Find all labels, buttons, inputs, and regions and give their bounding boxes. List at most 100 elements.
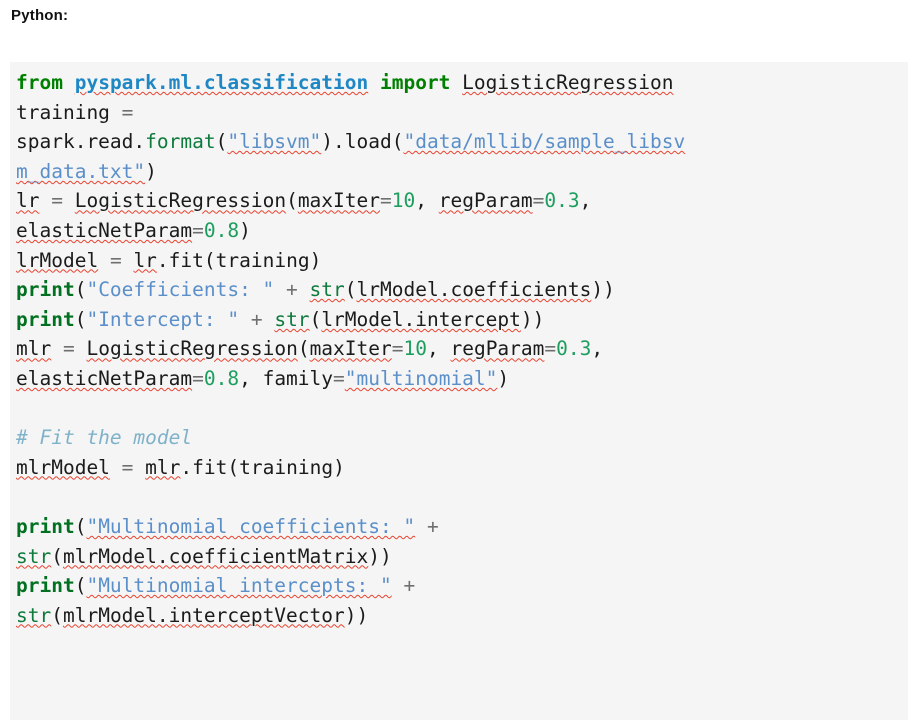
fn-load: load xyxy=(345,130,392,153)
space xyxy=(450,71,462,94)
paren-close: ) xyxy=(239,219,251,242)
paren-close: ) xyxy=(497,367,509,390)
code-line-2: training = xyxy=(16,98,908,128)
paren-close: ) xyxy=(333,456,345,479)
operator-equals: = xyxy=(122,456,134,479)
attr-coefficient-matrix: mlrModel.coefficientMatrix xyxy=(63,545,368,568)
string-intercept: "Intercept: " xyxy=(86,308,239,331)
code-line-7: lrModel = lr.fit(training) xyxy=(16,246,908,276)
code-content[interactable]: from pyspark.ml.classification import Lo… xyxy=(16,68,908,630)
string-multinomial: "multinomial" xyxy=(345,367,498,390)
space xyxy=(63,189,75,212)
paren-close-double: )) xyxy=(368,545,391,568)
code-line-blank-2 xyxy=(16,482,908,512)
paren-open: ( xyxy=(75,308,87,331)
var-mlr-model: mlrModel xyxy=(16,456,110,479)
var-training: training xyxy=(239,456,333,479)
space xyxy=(75,337,87,360)
code-line-10: mlr = LogisticRegression(maxIter=10, reg… xyxy=(16,334,908,364)
paren-open: ( xyxy=(392,130,404,153)
fn-str: str xyxy=(310,278,345,301)
code-line-12: # Fit the model xyxy=(16,423,908,453)
space xyxy=(110,456,122,479)
code-block[interactable]: from pyspark.ml.classification import Lo… xyxy=(10,62,908,720)
var-lr: lr xyxy=(16,189,39,212)
fn-fit: fit xyxy=(192,456,227,479)
keyword-from: from xyxy=(16,71,63,94)
comma: , xyxy=(415,189,438,212)
space xyxy=(392,574,404,597)
paren-open: ( xyxy=(310,308,322,331)
string-libsvm: "libsvm" xyxy=(227,130,321,153)
builtin-print: print xyxy=(16,515,75,538)
code-line-6: elasticNetParam=0.8) xyxy=(16,216,908,246)
operator-plus: + xyxy=(251,308,263,331)
attr-intercept: lrModel.intercept xyxy=(321,308,521,331)
operator-equals: = xyxy=(333,367,345,390)
builtin-print: print xyxy=(16,278,75,301)
code-line-3: spark.read.format("libsvm").load("data/m… xyxy=(16,127,908,157)
operator-equals: = xyxy=(533,189,545,212)
paren-close: ) xyxy=(310,249,322,272)
code-line-5: lr = LogisticRegression(maxIter=10, regP… xyxy=(16,186,908,216)
code-line-11: elasticNetParam=0.8, family="multinomial… xyxy=(16,364,908,394)
fn-str: str xyxy=(16,545,51,568)
operator-equals: = xyxy=(544,337,556,360)
param-reg-param: regParam xyxy=(439,189,533,212)
string-coefficients: "Coefficients: " xyxy=(86,278,274,301)
paren-open: ( xyxy=(51,545,63,568)
paren-open: ( xyxy=(227,456,239,479)
space xyxy=(368,71,380,94)
space xyxy=(239,308,251,331)
operator-equals: = xyxy=(110,249,122,272)
page-root: Python: from pyspark.ml.classification i… xyxy=(0,0,917,720)
code-line-15: str(mlrModel.coefficientMatrix)) xyxy=(16,542,908,572)
param-elastic-net: elasticNetParam xyxy=(16,367,192,390)
comma: , xyxy=(580,189,592,212)
space xyxy=(133,456,145,479)
space xyxy=(415,515,427,538)
var-training: training xyxy=(216,249,310,272)
operator-plus: + xyxy=(403,574,415,597)
code-line-14: print("Multinomial coefficients: " + xyxy=(16,512,908,542)
paren-open: ( xyxy=(345,278,357,301)
string-data-path-part1: "data/mllib/sample_libsv xyxy=(403,130,685,153)
operator-plus: + xyxy=(286,278,298,301)
paren-open: ( xyxy=(204,249,216,272)
paren-close-double: )) xyxy=(521,308,544,331)
paren-close: ) xyxy=(145,160,157,183)
paren-open: ( xyxy=(75,574,87,597)
dot: . xyxy=(180,456,192,479)
code-line-8: print("Coefficients: " + str(lrModel.coe… xyxy=(16,275,908,305)
num-0-3: 0.3 xyxy=(544,189,579,212)
fn-fit: fit xyxy=(169,249,204,272)
code-line-13: mlrModel = mlr.fit(training) xyxy=(16,453,908,483)
operator-equals: = xyxy=(380,189,392,212)
string-multinomial-intercepts: "Multinomial intercepts: " xyxy=(86,574,391,597)
paren-open: ( xyxy=(298,337,310,360)
space xyxy=(51,337,63,360)
paren-open: ( xyxy=(75,515,87,538)
fn-str: str xyxy=(274,308,309,331)
comma: , xyxy=(591,337,603,360)
space xyxy=(298,278,310,301)
fn-format: format xyxy=(145,130,215,153)
paren-open: ( xyxy=(216,130,228,153)
paren-close-double: )) xyxy=(591,278,614,301)
param-reg-param: regParam xyxy=(450,337,544,360)
string-data-path-part2: m_data.txt" xyxy=(16,160,145,183)
var-lr-model: lrModel xyxy=(16,249,98,272)
code-line-1: from pyspark.ml.classification import Lo… xyxy=(16,68,908,98)
comment-fit-the-model: # Fit the model xyxy=(16,426,192,449)
space xyxy=(98,249,110,272)
builtin-print: print xyxy=(16,574,75,597)
param-family: family xyxy=(263,367,333,390)
space xyxy=(39,189,51,212)
param-max-iter: maxIter xyxy=(310,337,392,360)
space xyxy=(63,71,75,94)
class-logistic-regression: LogisticRegression xyxy=(462,71,673,94)
var-training: training xyxy=(16,101,110,124)
paren-close-double: )) xyxy=(345,604,368,627)
operator-equals: = xyxy=(192,367,204,390)
comma: , xyxy=(427,337,450,360)
